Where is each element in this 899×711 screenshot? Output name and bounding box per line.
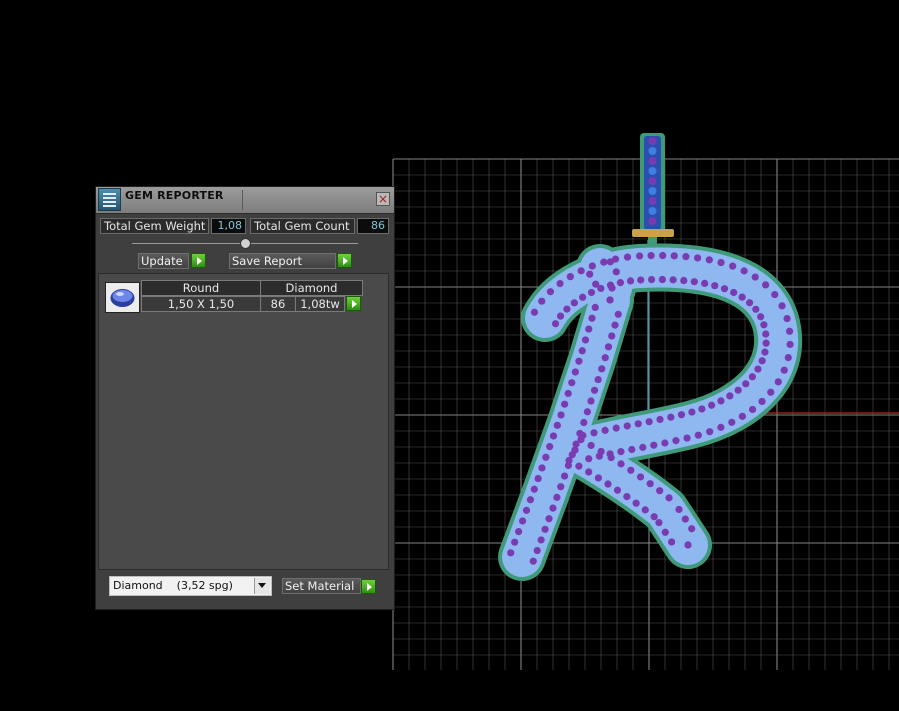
- slider-handle[interactable]: [240, 238, 251, 249]
- gem-list[interactable]: [98, 273, 389, 570]
- set-material-go-icon[interactable]: [361, 579, 376, 594]
- chevron-down-icon[interactable]: [254, 578, 270, 594]
- close-icon[interactable]: ×: [376, 192, 390, 206]
- total-gem-weight-label: Total Gem Weight: [100, 218, 209, 234]
- gem-reporter-app-icon: [98, 188, 121, 211]
- gem-row-go-icon[interactable]: [346, 296, 361, 311]
- round-gem-icon[interactable]: [105, 282, 140, 313]
- save-report-button[interactable]: Save Report: [229, 253, 336, 269]
- column-header-shape: Round: [141, 280, 261, 296]
- column-header-material: Diamond: [260, 280, 363, 296]
- total-gem-weight-value: 1,08: [211, 218, 246, 234]
- gem-size-cell[interactable]: 1,50 X 1,50: [141, 296, 261, 312]
- update-go-icon[interactable]: [191, 253, 206, 268]
- gem-weight-cell[interactable]: 1,08tw: [295, 296, 345, 312]
- total-gem-count-label: Total Gem Count: [250, 218, 355, 234]
- save-report-go-icon[interactable]: [337, 253, 352, 268]
- material-selected-value: Diamond (3,52 spg): [113, 579, 233, 592]
- set-material-button[interactable]: Set Material: [282, 578, 361, 594]
- panel-titlebar[interactable]: GEM REPORTER ×: [96, 187, 394, 214]
- titlebar-divider: [242, 190, 243, 210]
- gem-reporter-panel: GEM REPORTER × Total Gem Weight 1,08 Tot…: [95, 186, 395, 610]
- panel-title: GEM REPORTER: [125, 189, 224, 202]
- pendant-bail[interactable]: [632, 133, 674, 259]
- material-dropdown[interactable]: Diamond (3,52 spg): [109, 576, 272, 596]
- gem-count-cell[interactable]: 86: [260, 296, 296, 312]
- update-button[interactable]: Update: [138, 253, 189, 269]
- pendant-letter-r[interactable]: [498, 243, 803, 581]
- total-gem-count-value: 86: [357, 218, 389, 234]
